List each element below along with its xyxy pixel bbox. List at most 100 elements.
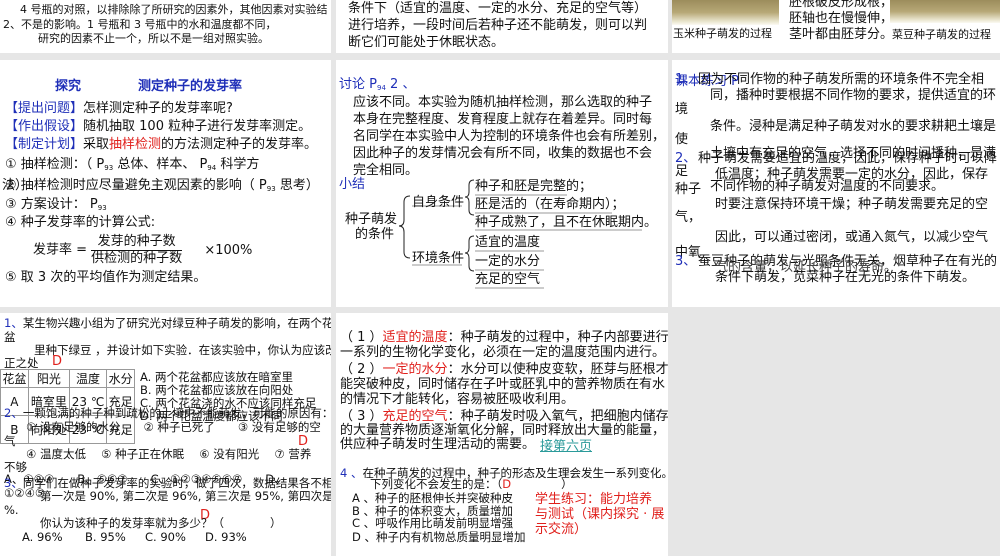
text-line: ② 抽样检测时应尽量避免主观因素的影响（ P93 思考） bbox=[5, 178, 319, 197]
text-line: 进行培养，一段时间后若种子还不能萌发，则可以判 bbox=[348, 18, 648, 33]
bean-germination-image bbox=[890, 0, 1000, 23]
slide-thumbnail-3[interactable]: 玉米种子萌发的过程 胚根破皮形成根， 胚轴也在慢慢伸， 茎叶都由胚芽分。 菜豆种… bbox=[672, 0, 1000, 53]
text: 采取 bbox=[83, 137, 110, 152]
text: 某生物兴趣小组为了研究光对绿豆种子萌发的影响，在两个花 bbox=[22, 316, 331, 330]
option: C 、呼吸作用比萌发前明显增强 bbox=[352, 516, 514, 530]
question-line: 第一次是 90%, 第二次是 96%, 第三次是 95%, 第四次是 91 bbox=[40, 489, 331, 503]
slide-thumbnail-2[interactable]: 条件下（适宜的温度、一定的水分、充足的空气等） 进行培养，一段时间后若种子还不能… bbox=[336, 0, 668, 53]
table-header: 阳光 bbox=[27, 369, 70, 388]
text-line: 条件下萌发，苋菜种子在无光的条件下萌发。 bbox=[715, 270, 976, 285]
slide-thumbnail-5[interactable]: 讨论 P94 2 、 应该不同。本实验为随机抽样检测，那么选取的种子 本身在完整… bbox=[336, 60, 668, 307]
text-line: ① 抽样检测：（ P93 总体、样本、 P94 科学方 bbox=[5, 157, 259, 176]
question-line: ① 没有足够的水分 ② 种子已死了 ③ 没有足够的空 bbox=[26, 420, 321, 434]
slide-thumbnail-4[interactable]: 探究 测定种子的发芽率 【提出问题】怎样测定种子的发芽率呢? 【作出假设】随机抽… bbox=[0, 60, 331, 307]
text-line: 研究的因素不止一个，所以不是一组对照实验。 bbox=[38, 32, 269, 45]
text-line: 足 bbox=[675, 164, 689, 179]
text-line: 境 bbox=[675, 102, 689, 117]
text-line: 供应种子萌发时生理活动的需要。 bbox=[340, 437, 536, 452]
highlight: 适宜的温度 bbox=[382, 330, 448, 345]
table-header: 水分 bbox=[106, 369, 135, 388]
text-line: ④ 种子发芽率的计算公式: bbox=[5, 215, 156, 230]
option: B. 两个花盆都应该放在向阳处 bbox=[140, 383, 294, 397]
text-line: 胚轴也在慢慢伸， bbox=[789, 11, 894, 26]
text-line: 因此，可以通过密闭，或通入氮气，以减少空气 bbox=[715, 230, 989, 245]
text: 一颗饱满的种子种到疏松的土壤中不能萌发，可能的原因有： bbox=[22, 406, 331, 420]
text-line: 因为不同作物的种子萌发所需的环境条件不完全相 bbox=[698, 72, 985, 87]
question-number: 4 、 bbox=[340, 466, 363, 480]
option: B. 95% bbox=[85, 530, 126, 544]
slide-title-a: 探究 bbox=[55, 79, 82, 94]
text: 同学们在做种子发芽率的实验时，做了四次，数据结果各不相同， bbox=[22, 476, 331, 490]
text-line: 不同作物的种子萌发对温度的不同要求。 bbox=[710, 179, 945, 194]
text-line: 使 bbox=[675, 132, 689, 147]
corn-germination-image bbox=[672, 0, 779, 25]
text-line: 2、不是的影响。1 号瓶和 3 号瓶中的水和温度都不同， bbox=[3, 18, 277, 31]
option: D 、种子内有机物总质量明显增加 bbox=[352, 530, 526, 544]
text-line: 种子萌发需要适宜的温度，因此，保存种子时可以降 bbox=[698, 151, 998, 166]
text-line: （ 1 ）适宜的温度：种子萌发的过程中，种子内部要进行 bbox=[340, 330, 668, 346]
question-line: 你认为该种子的发芽率就为多少？（ ） bbox=[40, 516, 282, 530]
text: 科学方 bbox=[216, 157, 260, 172]
text-line: 气， bbox=[675, 210, 702, 225]
text: ③ 方案设计： P bbox=[5, 197, 98, 212]
table-header: 花盆 bbox=[0, 369, 29, 388]
text: 的方法测定种子的发芽率。 bbox=[161, 137, 318, 152]
text-line: 【制定计划】采取抽样检测的方法测定种子的发芽率。 bbox=[5, 137, 317, 153]
text-line: 【作出假设】随机抽取 100 粒种子进行发芽率测定。 bbox=[5, 119, 311, 135]
text-line: 断它们可能处于休眠状态。 bbox=[348, 35, 505, 50]
question-number: 2、 bbox=[4, 406, 23, 420]
image-caption: 玉米种子萌发的过程 bbox=[673, 27, 772, 40]
text: 随机抽取 100 粒种子进行发芽率测定。 bbox=[83, 119, 312, 134]
text: 总体、样本、 P bbox=[113, 157, 208, 172]
next-page-link[interactable]: 接第六页 bbox=[540, 439, 592, 455]
question-line: 气 bbox=[4, 434, 16, 448]
text: （ 3 ） bbox=[340, 409, 383, 424]
text: （ 2 ） bbox=[340, 362, 383, 377]
text: ） bbox=[561, 477, 573, 491]
denominator: 供检测的种子数 bbox=[91, 251, 183, 266]
tree-leaf: 种子和胚是完整的； bbox=[475, 179, 593, 194]
question-line: %. bbox=[4, 503, 19, 517]
slide-thumbnail-8[interactable]: （ 1 ）适宜的温度：种子萌发的过程中，种子内部要进行 一系列的生物化学变化，必… bbox=[336, 313, 668, 556]
highlight: 充足的空气 bbox=[382, 409, 448, 424]
option: A 、种子的胚根伸长并突破种皮 bbox=[352, 491, 514, 505]
subscript: 93 bbox=[104, 164, 114, 172]
question-line: 下列变化不会发生的是：（D ） bbox=[370, 477, 573, 491]
text: ② 抽样检测时应尽量避免主观因素的影响（ P bbox=[5, 178, 267, 193]
label: 【作出假设】 bbox=[5, 119, 84, 134]
tree-branch-env: 环境条件 bbox=[412, 251, 465, 266]
slide-thumbnail-7[interactable]: 1、某生物兴趣小组为了研究光对绿豆种子萌发的影响，在两个花 盆 里种下绿豆 ，并… bbox=[0, 313, 331, 556]
text-line: 茎叶都由胚芽分。 bbox=[789, 27, 894, 42]
question-line: 盆 bbox=[4, 330, 16, 344]
text-line: 的情况下才能转化，容易被胚吸收利用。 bbox=[340, 392, 575, 407]
text: ① 抽样检测：（ P bbox=[5, 157, 105, 172]
slide-thumbnail-1[interactable]: 4 号瓶的对照，以排除除了所研究的因素外，其他因素对实验结 2、不是的影响。1 … bbox=[0, 0, 331, 53]
tree-leaf: 适宜的温度 bbox=[475, 235, 541, 250]
text: 怎样测定种子的发芽率呢? bbox=[83, 101, 233, 116]
option: D. 93% bbox=[205, 530, 247, 544]
practice-note: 与测试（课内探究 · 展 bbox=[535, 507, 665, 522]
question-number: 1、 bbox=[4, 316, 23, 330]
question-line: 2、一颗饱满的种子种到疏松的土壤中不能萌发，可能的原因有： bbox=[4, 406, 331, 420]
question-line: 1、某生物兴趣小组为了研究光对绿豆种子萌发的影响，在两个花 bbox=[4, 316, 331, 330]
answer-mark: D bbox=[502, 477, 512, 491]
text-line: 【提出问题】怎样测定种子的发芽率呢? bbox=[5, 101, 233, 117]
label: 【提出问题】 bbox=[5, 101, 84, 116]
formula-label: 发芽率 = bbox=[33, 242, 88, 258]
subscript: 94 bbox=[207, 164, 217, 172]
option: A. 两个花盆都应该放在暗室里 bbox=[140, 370, 293, 384]
item-number: 3、 bbox=[675, 254, 697, 269]
fraction: 发芽的种子数 供检测的种子数 bbox=[91, 234, 183, 267]
text-line: 种子 bbox=[675, 182, 702, 197]
text: （ 1 ） bbox=[340, 330, 383, 345]
tree-leaf: 充足的空气 bbox=[475, 272, 541, 287]
item-number: 1、 bbox=[675, 72, 697, 87]
tree-leaf: 一定的水分 bbox=[475, 254, 541, 269]
text-line: 4 号瓶的对照，以排除除了所研究的因素外，其他因素对实验结 bbox=[20, 3, 328, 16]
text-line: 同，播种时要根据不同作物的要求，提供适宜的环 bbox=[710, 88, 997, 103]
question-line: 里种下绿豆 ，并设计如下实验．在该实验中，你认为应该改 bbox=[34, 343, 331, 357]
highlight: 抽样检测 bbox=[109, 137, 162, 152]
image-caption: 菜豆种子萌发的过程 bbox=[892, 28, 991, 41]
answer-mark: D bbox=[52, 354, 63, 369]
slide-thumbnail-6[interactable]: 课本练习 P 1、 因为不同作物的种子萌发所需的环境条件不完全相 同，播种时要根… bbox=[672, 60, 1000, 307]
